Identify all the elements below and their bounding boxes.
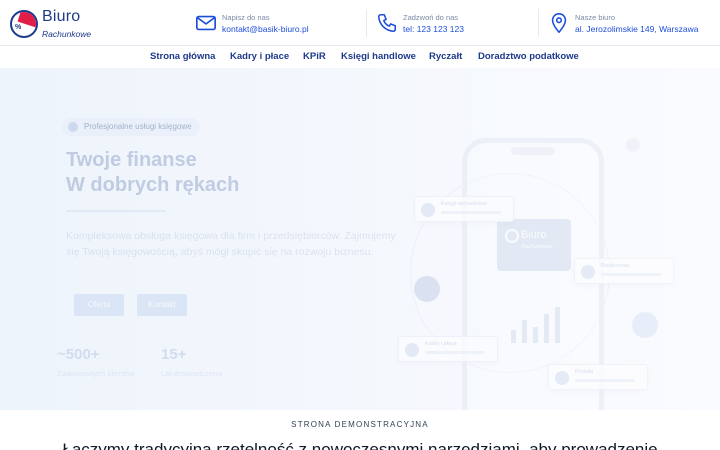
check-icon [405,343,419,357]
decorative-dot [414,276,440,302]
nav-item-home[interactable]: Strona główna [150,51,215,62]
logo[interactable]: % Biuro Rachunkowe [8,6,108,42]
stat-clients-value: ~500+ [57,346,100,363]
site-header: % Biuro Rachunkowe Napisz do nas kontakt… [0,0,720,46]
contact-email[interactable]: Napisz do nas kontakt@basik-biuro.pl [195,10,355,38]
stat-years-value: 15+ [161,346,187,363]
check-icon [68,122,78,132]
envelope-icon [196,15,216,31]
offer-button[interactable]: Oferta [74,294,124,316]
contact-label: Nasze biuro [575,13,616,22]
phone-chart-bar [511,330,516,343]
check-icon [421,203,435,217]
phone-bar-chart [511,303,571,343]
location-pin-icon [551,13,567,34]
pie-chart-logo-icon: % [10,10,38,38]
divider [366,9,367,37]
main-nav: Strona główna Kadry i płace KPiR Księgi … [0,46,720,68]
phone-chart-bar [533,327,538,343]
float-card: Podatki [548,364,648,390]
contact-label: Zadzwoń do nas [403,13,459,22]
phone-chart-bar [544,314,549,343]
check-icon [581,265,595,279]
check-icon [555,371,569,385]
stat-clients-label: Zadowolonych klientów [57,369,135,378]
phone-icon [377,13,397,33]
logo-title: Biuro [42,8,81,25]
nav-item-payroll[interactable]: Kadry i płace [230,51,289,62]
phone-chart-bar [555,307,560,343]
section-lead: Łączymy tradycyjną rzetelność z nowoczes… [62,440,658,450]
contact-value[interactable]: kontakt@basik-biuro.pl [222,24,309,34]
hero-section: Profesjonalne usługi księgowe Twoje fina… [0,68,720,410]
phone-chart-bar [522,320,527,343]
logo-subtitle: Rachunkowe [42,29,92,39]
divider [538,9,539,37]
nav-item-lump-sum[interactable]: Ryczałt [429,51,462,62]
float-card: Księgi rachunkowe [414,196,514,222]
contact-phone[interactable]: Zadzwoń do nas tel: 123 123 123 [376,10,516,38]
hero-description: Kompleksowa obsługa księgowa dla firm i … [66,230,396,258]
contact-label: Napisz do nas [222,13,270,22]
hero-title: Twoje finanse W dobrych rękach [66,149,240,196]
nav-item-ledgers[interactable]: Księgi handlowe [341,51,416,62]
phone-notch [511,147,555,155]
hero-divider [66,210,166,212]
decorative-dot [626,138,640,152]
decorative-dot [632,312,658,338]
stat-years-label: Lat doświadczenia [161,369,223,378]
section-tag: STRONA DEMONSTRACYJNA [291,420,429,429]
nav-item-kpir[interactable]: KPiR [303,51,326,62]
float-card: Rozliczenia [574,258,674,284]
contact-address[interactable]: Nasze biuro al. Jerozolimskie 149, Warsz… [548,10,716,38]
hero-illustration: Biuro Rachunkowe Księgi rachunkowe Rozli… [390,68,720,410]
nav-item-tax-advisory[interactable]: Doradztwo podatkowe [478,51,579,62]
contact-button[interactable]: Kontakt [137,294,187,316]
float-card: Kadry i płace [398,336,498,362]
hero-pill: Profesjonalne usługi księgowe [62,118,200,136]
contact-value[interactable]: al. Jerozolimskie 149, Warszawa [575,24,698,34]
contact-value[interactable]: tel: 123 123 123 [403,24,464,34]
phone-logo-card: Biuro Rachunkowe [497,219,571,271]
logo-icon [505,229,519,243]
